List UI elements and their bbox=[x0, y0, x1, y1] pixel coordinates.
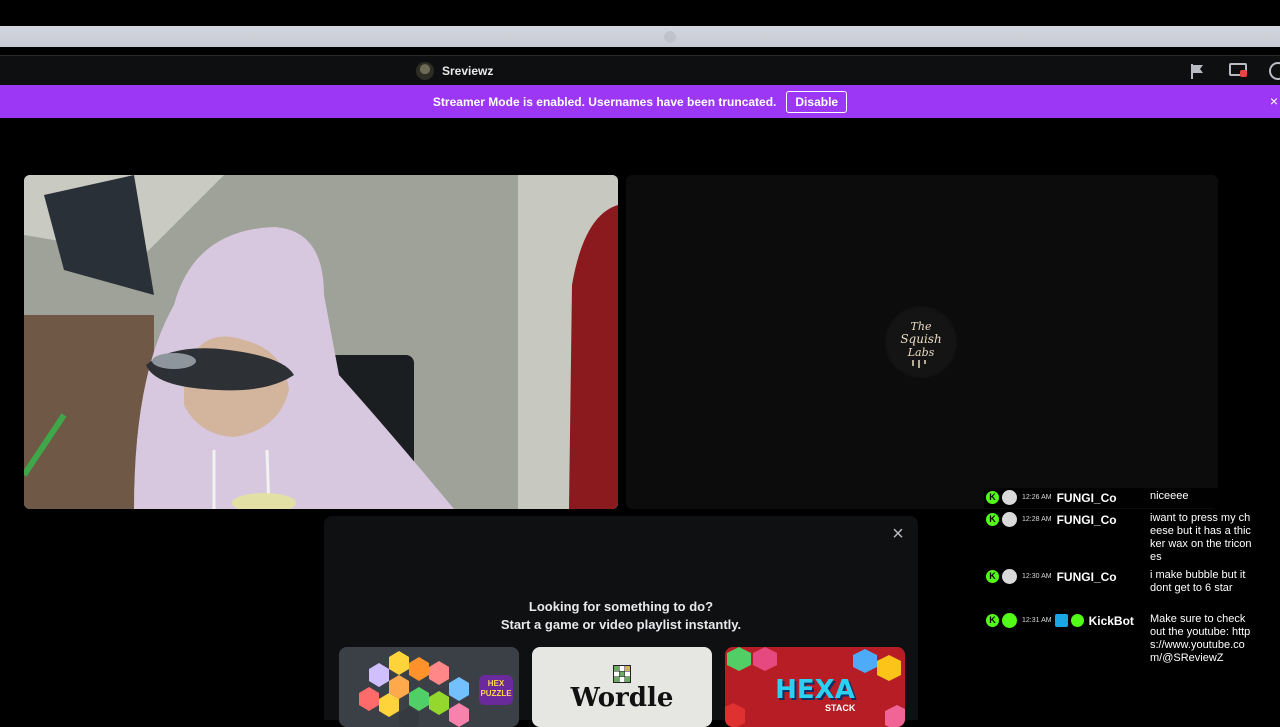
kick-badge-icon: K bbox=[986, 513, 999, 526]
chat-username: FUNGI_Co bbox=[1056, 569, 1117, 584]
disable-streamer-mode-button[interactable]: Disable bbox=[786, 90, 848, 113]
help-icon[interactable] bbox=[1268, 61, 1280, 81]
chat-message: K 12:31 AM KickBot Make sure to check ou… bbox=[984, 611, 1254, 693]
chat-text: niceeee bbox=[1150, 490, 1189, 502]
title-bar: Sreviewz bbox=[0, 55, 1280, 85]
scrollbar-thumb[interactable] bbox=[664, 31, 676, 43]
activity-card-wordle[interactable]: Wordle bbox=[532, 647, 712, 727]
chat-username: FUNGI_Co bbox=[1056, 512, 1117, 527]
kick-badge-icon: K bbox=[986, 491, 999, 504]
chat-meta: K 12:31 AM KickBot bbox=[986, 613, 1134, 628]
channel-avatar bbox=[416, 62, 434, 80]
activity-card-hex-puzzle[interactable]: HEX PUZZLE bbox=[339, 647, 519, 727]
verified-badge-icon bbox=[1070, 614, 1084, 627]
chat-username: FUNGI_Co bbox=[1056, 490, 1117, 505]
hexa-stack-subtitle: STACK bbox=[825, 703, 856, 713]
user-avatar bbox=[1002, 569, 1017, 584]
camera-feed-image bbox=[24, 175, 618, 509]
horizontal-scrollbar[interactable] bbox=[0, 26, 1280, 47]
hex-puzzle-badge: HEX PUZZLE bbox=[479, 675, 513, 705]
close-icon[interactable]: × bbox=[888, 524, 908, 544]
wordle-title: Wordle bbox=[570, 683, 674, 713]
activity-heading: Looking for something to do? Start a gam… bbox=[324, 598, 918, 634]
moderator-badge-icon bbox=[1054, 614, 1068, 627]
wordle-grid-icon bbox=[613, 665, 631, 683]
chat-meta: K 12:28 AM FUNGI_Co bbox=[986, 512, 1117, 527]
chat-timestamp: 12:26 AM bbox=[1022, 494, 1052, 501]
screen-share-icon[interactable] bbox=[1228, 61, 1248, 81]
stream-logo-avatar: The Squish Labs bbox=[885, 306, 957, 378]
chat-text: Make sure to check out the youtube: http… bbox=[1150, 613, 1251, 664]
chat-text: iwant to press my cheese but it has a th… bbox=[1150, 512, 1252, 563]
kick-badge-icon: K bbox=[986, 570, 999, 583]
chat-meta: K 12:30 AM FUNGI_Co bbox=[986, 569, 1117, 584]
streamer-mode-banner: Streamer Mode is enabled. Usernames have… bbox=[0, 85, 1280, 118]
chat-meta: K 12:26 AM FUNGI_Co bbox=[986, 490, 1117, 505]
chat-timestamp: 12:28 AM bbox=[1022, 516, 1052, 523]
camera-video-tile[interactable] bbox=[24, 175, 618, 509]
chat-message: K 12:28 AM FUNGI_Co iwant to press my ch… bbox=[984, 510, 1254, 564]
chat-message: K 12:26 AM FUNGI_Co niceeee bbox=[984, 488, 1254, 508]
banner-close-icon[interactable]: × bbox=[1270, 93, 1278, 109]
top-black-bar bbox=[0, 0, 1280, 26]
logo-line-3: Labs bbox=[907, 346, 935, 359]
channel-header: Sreviewz bbox=[416, 60, 493, 82]
banner-message: Streamer Mode is enabled. Usernames have… bbox=[432, 94, 777, 109]
chat-overlay: K 12:26 AM FUNGI_Co niceeee K 12:28 AM F… bbox=[984, 488, 1254, 698]
kick-badge-icon: K bbox=[986, 614, 999, 627]
hexa-stack-title: HEXA bbox=[775, 675, 855, 705]
user-avatar bbox=[1002, 512, 1017, 527]
activity-heading-line-2: Start a game or video playlist instantly… bbox=[500, 617, 742, 632]
user-avatar bbox=[1002, 490, 1017, 505]
stream-placeholder-tile[interactable]: The Squish Labs bbox=[626, 175, 1218, 509]
logo-line-2: Squish bbox=[900, 332, 941, 346]
chat-username: KickBot bbox=[1088, 613, 1134, 628]
chat-text: i make bubble but it dont get to 6 star bbox=[1150, 569, 1246, 594]
activity-suggestion-panel: × Looking for something to do? Start a g… bbox=[324, 516, 918, 727]
activity-heading-line-1: Looking for something to do? bbox=[528, 599, 714, 614]
flag-icon[interactable] bbox=[1188, 61, 1208, 81]
activity-card-hexa-stack[interactable]: HEXA STACK bbox=[725, 647, 905, 727]
channel-name: Sreviewz bbox=[442, 64, 494, 78]
chat-timestamp: 12:30 AM bbox=[1022, 573, 1052, 580]
bot-avatar bbox=[1002, 613, 1017, 628]
chat-timestamp: 12:31 AM bbox=[1022, 617, 1052, 624]
squish-labs-logo: The Squish Labs bbox=[887, 308, 955, 376]
chat-message: K 12:30 AM FUNGI_Co i make bubble but it… bbox=[984, 567, 1254, 609]
